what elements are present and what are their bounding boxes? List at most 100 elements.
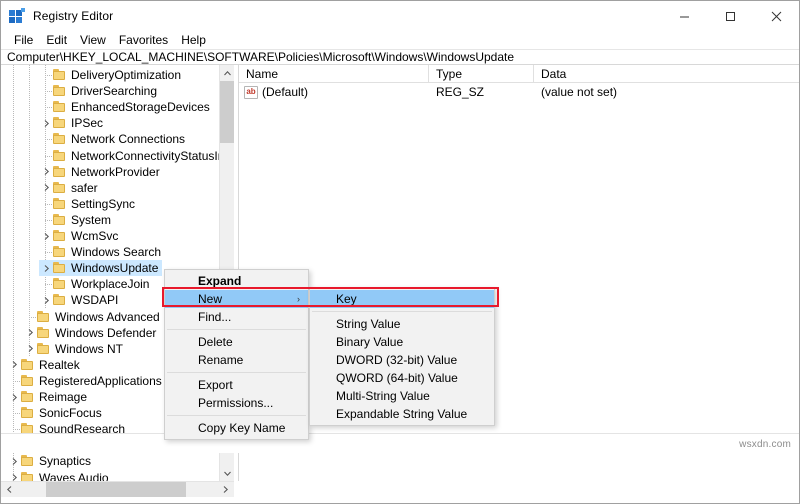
submenu-item-key[interactable]: Key [310,290,494,308]
tree-item-sonicfocus[interactable]: SonicFocus [1,405,106,421]
tree-item-synaptics[interactable]: Synaptics [1,453,95,469]
tree-item-ipsec[interactable]: IPSec [1,115,107,131]
context-submenu-new[interactable]: Key String Value Binary Value DWORD (32-bit… [309,287,495,426]
tree-item-realtek[interactable]: Realtek [1,357,84,373]
tree-item-label: System [71,212,112,227]
h-scroll-thumb[interactable] [46,482,186,497]
tree-item-networkconnectivitystatusindi[interactable]: NetworkConnectivityStatusIndi [1,148,219,164]
submenu-item-expandable-string-value[interactable]: Expandable String Value [310,405,494,423]
submenu-item-string-value[interactable]: String Value [310,315,494,333]
tree-item-inner: SettingSync [39,196,139,212]
context-menu[interactable]: Expand New › Find... Delete Rename Export Permi… [164,269,309,440]
tree-item-inner: Windows Search [39,244,165,260]
submenu-item-binary-value[interactable]: Binary Value [310,333,494,351]
folder-icon [53,165,66,178]
context-menu-item-label: New [198,292,223,306]
expand-arrow-icon[interactable] [39,115,53,131]
folder-icon [37,310,50,323]
menu-view[interactable]: View [74,32,113,48]
tree-item-inner: Synaptics [7,453,95,469]
tree-item-wsdapi[interactable]: WSDAPI [1,292,122,308]
column-header-data[interactable]: Data [534,65,799,83]
context-menu-item-copy-key-name[interactable]: Copy Key Name [165,419,308,437]
tree-scroll-thumb[interactable] [220,81,234,143]
tree-item-label: SonicFocus [39,406,102,421]
tree-item-driversearching[interactable]: DriverSearching [1,83,161,99]
context-menu-item-new[interactable]: New › [165,290,308,308]
expand-arrow-icon[interactable] [39,292,53,308]
menu-file[interactable]: File [8,32,40,48]
expand-arrow-icon[interactable] [23,325,37,341]
tree-item-deliveryoptimization[interactable]: DeliveryOptimization [1,67,185,83]
expand-arrow-icon[interactable] [39,164,53,180]
menu-help[interactable]: Help [175,32,213,48]
context-menu-item-rename[interactable]: Rename [165,351,308,369]
tree-item-inner: DeliveryOptimization [39,67,185,83]
expand-arrow-icon[interactable] [7,453,21,469]
tree-item-settingsync[interactable]: SettingSync [1,196,139,212]
tree-item-waves-audio[interactable]: Waves Audio [1,470,113,482]
tree-item-inner: WorkplaceJoin [39,276,153,292]
tree-item-wcmsvc[interactable]: WcmSvc [1,228,122,244]
folder-icon [53,181,66,194]
submenu-item-dword-32-bit-value[interactable]: DWORD (32-bit) Value [310,351,494,369]
context-menu-item-expand[interactable]: Expand [165,272,308,290]
tree-item-windows-nt[interactable]: Windows NT [1,341,127,357]
submenu-item-multi-string-value[interactable]: Multi-String Value [310,387,494,405]
minimize-button[interactable] [661,1,707,31]
value-type-cell: REG_SZ [436,85,485,99]
address-bar[interactable]: Computer\HKEY_LOCAL_MACHINE\SOFTWARE\Pol… [1,49,799,65]
context-menu-item-delete[interactable]: Delete [165,333,308,351]
expand-arrow-icon[interactable] [23,341,37,357]
tree-horizontal-scrollbar[interactable] [1,481,234,497]
submenu-item-qword-64-bit-value[interactable]: QWORD (64-bit) Value [310,369,494,387]
tree-item-label: Waves Audio [39,470,109,482]
tree-item-enhancedstoragedevices[interactable]: EnhancedStorageDevices [1,99,214,115]
tree-item-windows-search[interactable]: Windows Search [1,244,165,260]
tree-item-windows-defender[interactable]: Windows Defender [1,325,160,341]
menu-bar: File Edit View Favorites Help [1,31,799,49]
column-header-type[interactable]: Type [429,65,534,83]
maximize-button[interactable] [707,1,753,31]
tree-item-inner: WcmSvc [39,228,122,244]
folder-icon [37,326,50,339]
scroll-down-button[interactable] [220,465,234,481]
watermark-text: wsxdn.com [739,439,791,450]
context-menu-item-permissions[interactable]: Permissions... [165,394,308,412]
tree-item-label: SettingSync [71,196,136,211]
expand-arrow-icon[interactable] [39,228,53,244]
scroll-left-button[interactable] [1,482,17,497]
tree-item-windows-advanced[interactable]: Windows Advanced [1,309,164,325]
tree-item-reimage[interactable]: Reimage [1,389,91,405]
close-button[interactable] [753,1,799,31]
tree-item-network-connections[interactable]: Network Connections [1,131,189,147]
tree-item-networkprovider[interactable]: NetworkProvider [1,164,164,180]
scroll-up-button[interactable] [220,65,234,81]
column-header-name[interactable]: Name [239,65,429,83]
expand-arrow-icon[interactable] [39,180,53,196]
menu-favorites[interactable]: Favorites [113,32,175,48]
context-menu-item-find[interactable]: Find... [165,308,308,326]
tree-item-safer[interactable]: safer [1,180,102,196]
scroll-right-button[interactable] [217,482,233,497]
tree-item-system[interactable]: System [1,212,115,228]
tree-item-registeredapplications[interactable]: RegisteredApplications [1,373,166,389]
expand-arrow-icon[interactable] [7,389,21,405]
tree-item-windowsupdate[interactable]: WindowsUpdate [1,260,163,277]
context-menu-item-export[interactable]: Export [165,376,308,394]
expand-arrow-icon[interactable] [7,357,21,373]
folder-icon [53,149,66,162]
folder-icon [21,374,34,387]
tree-item-inner: Reimage [7,389,91,405]
folder-icon [53,69,66,81]
folder-icon [53,278,66,290]
menu-edit[interactable]: Edit [40,32,74,48]
expand-arrow-icon[interactable] [39,260,53,276]
tree-item-label: DeliveryOptimization [71,68,182,82]
expand-arrow-icon[interactable] [7,470,21,482]
tree-item-workplacejoin[interactable]: WorkplaceJoin [1,276,153,292]
value-row[interactable]: ab (Default) REG_SZ (value not set) [239,83,799,101]
